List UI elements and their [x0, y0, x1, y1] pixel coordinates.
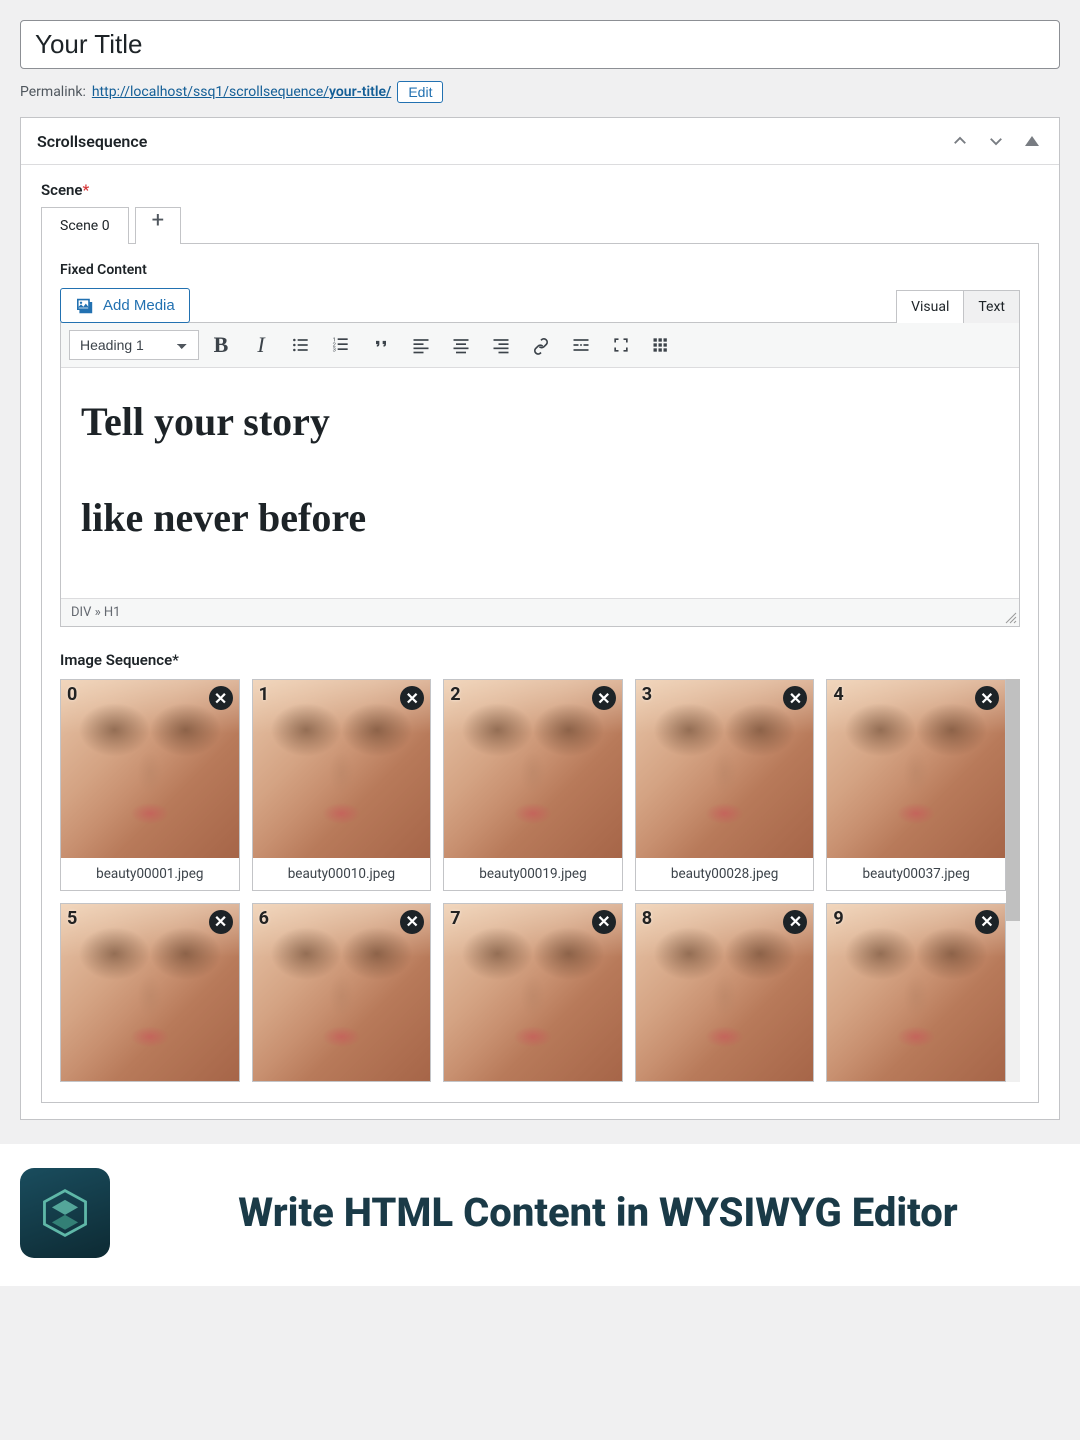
- editor-content-area[interactable]: Tell your story like never before: [61, 368, 1019, 598]
- image-filename: beauty00001.jpeg: [61, 858, 239, 890]
- image-index: 0: [67, 684, 77, 705]
- image-sequence-label: Image Sequence*: [60, 651, 1020, 669]
- align-right-button[interactable]: [483, 329, 519, 361]
- ol-button[interactable]: 123: [323, 329, 359, 361]
- image-item[interactable]: 2 ✕ beauty00019.jpeg: [443, 679, 623, 891]
- align-left-button[interactable]: [403, 329, 439, 361]
- collapse-icon[interactable]: [1021, 130, 1043, 152]
- app-logo: [20, 1168, 110, 1258]
- edit-permalink-button[interactable]: Edit: [397, 81, 443, 103]
- editor-path: DIV » H1: [61, 598, 1019, 626]
- resize-grip-icon[interactable]: [1005, 612, 1017, 624]
- image-item[interactable]: 7✕: [443, 903, 623, 1083]
- editor-heading-1: Tell your story: [81, 398, 999, 446]
- image-filename: beauty00019.jpeg: [444, 858, 622, 890]
- ul-button[interactable]: [283, 329, 319, 361]
- media-icon: [75, 298, 95, 314]
- remove-image-icon[interactable]: ✕: [783, 910, 807, 934]
- wysiwyg-editor: Heading 1 B I 123: [60, 322, 1020, 627]
- remove-image-icon[interactable]: ✕: [592, 910, 616, 934]
- scrollbar[interactable]: [1006, 679, 1020, 1082]
- link-button[interactable]: [523, 329, 559, 361]
- image-sequence-grid: 0✕ beauty00001.jpeg 1✕ beauty00010.jpeg …: [60, 679, 1006, 1082]
- permalink-row: Permalink: http://localhost/ssq1/scrolls…: [20, 81, 1060, 103]
- fixed-content-label: Fixed Content: [60, 262, 1020, 278]
- image-item[interactable]: 1 ✕ beauty00010.jpeg: [252, 679, 432, 891]
- image-index: 9: [833, 908, 843, 929]
- image-index: 4: [833, 684, 843, 705]
- image-item[interactable]: 4 ✕ beauty00037.jpeg: [826, 679, 1006, 891]
- permalink-label: Permalink:: [20, 84, 86, 100]
- add-media-button[interactable]: Add Media: [60, 288, 190, 323]
- svg-text:3: 3: [333, 348, 336, 354]
- text-tab[interactable]: Text: [963, 290, 1020, 323]
- remove-image-icon[interactable]: ✕: [209, 686, 233, 710]
- italic-button[interactable]: I: [243, 329, 279, 361]
- image-index: 1: [259, 684, 269, 705]
- toolbar-toggle-button[interactable]: [643, 329, 679, 361]
- fullscreen-button[interactable]: [603, 329, 639, 361]
- panel-title: Scrollsequence: [37, 132, 147, 151]
- add-scene-tab[interactable]: +: [135, 207, 181, 244]
- post-title-input[interactable]: [20, 20, 1060, 69]
- image-index: 2: [450, 684, 460, 705]
- image-index: 3: [642, 684, 652, 705]
- footer-heading: Write HTML Content in WYSIWYG Editor: [136, 1190, 1060, 1236]
- align-center-button[interactable]: [443, 329, 479, 361]
- image-index: 8: [642, 908, 652, 929]
- remove-image-icon[interactable]: ✕: [209, 910, 233, 934]
- editor-toolbar: Heading 1 B I 123: [61, 323, 1019, 368]
- image-filename: beauty00010.jpeg: [253, 858, 431, 890]
- blockquote-button[interactable]: [363, 329, 399, 361]
- image-filename: beauty00028.jpeg: [636, 858, 814, 890]
- remove-image-icon[interactable]: ✕: [592, 686, 616, 710]
- visual-tab[interactable]: Visual: [896, 290, 964, 323]
- insert-more-button[interactable]: [563, 329, 599, 361]
- image-item[interactable]: 3 ✕ beauty00028.jpeg: [635, 679, 815, 891]
- remove-image-icon[interactable]: ✕: [975, 686, 999, 710]
- remove-image-icon[interactable]: ✕: [975, 910, 999, 934]
- image-index: 6: [259, 908, 269, 929]
- image-item[interactable]: 6✕: [252, 903, 432, 1083]
- image-item[interactable]: 9✕: [826, 903, 1006, 1083]
- image-item[interactable]: 5✕: [60, 903, 240, 1083]
- move-up-icon[interactable]: [949, 130, 971, 152]
- scene-field-label: Scene*: [41, 181, 1039, 199]
- scene-tab-0[interactable]: Scene 0: [41, 207, 129, 244]
- image-index: 7: [450, 908, 460, 929]
- image-index: 5: [67, 908, 77, 929]
- image-item[interactable]: 0 ✕ beauty00001.jpeg: [60, 679, 240, 891]
- permalink-link[interactable]: http://localhost/ssq1/scrollsequence/you…: [92, 84, 391, 100]
- footer-banner: Write HTML Content in WYSIWYG Editor: [0, 1144, 1080, 1286]
- remove-image-icon[interactable]: ✕: [400, 910, 424, 934]
- move-down-icon[interactable]: [985, 130, 1007, 152]
- image-filename: beauty00037.jpeg: [827, 858, 1005, 890]
- scrollsequence-panel: Scrollsequence Scene* Scene 0 + Fixed Co…: [20, 117, 1060, 1120]
- remove-image-icon[interactable]: ✕: [400, 686, 424, 710]
- bold-button[interactable]: B: [203, 329, 239, 361]
- format-select[interactable]: Heading 1: [69, 330, 199, 360]
- remove-image-icon[interactable]: ✕: [783, 686, 807, 710]
- image-item[interactable]: 8✕: [635, 903, 815, 1083]
- editor-heading-2: like never before: [81, 494, 999, 542]
